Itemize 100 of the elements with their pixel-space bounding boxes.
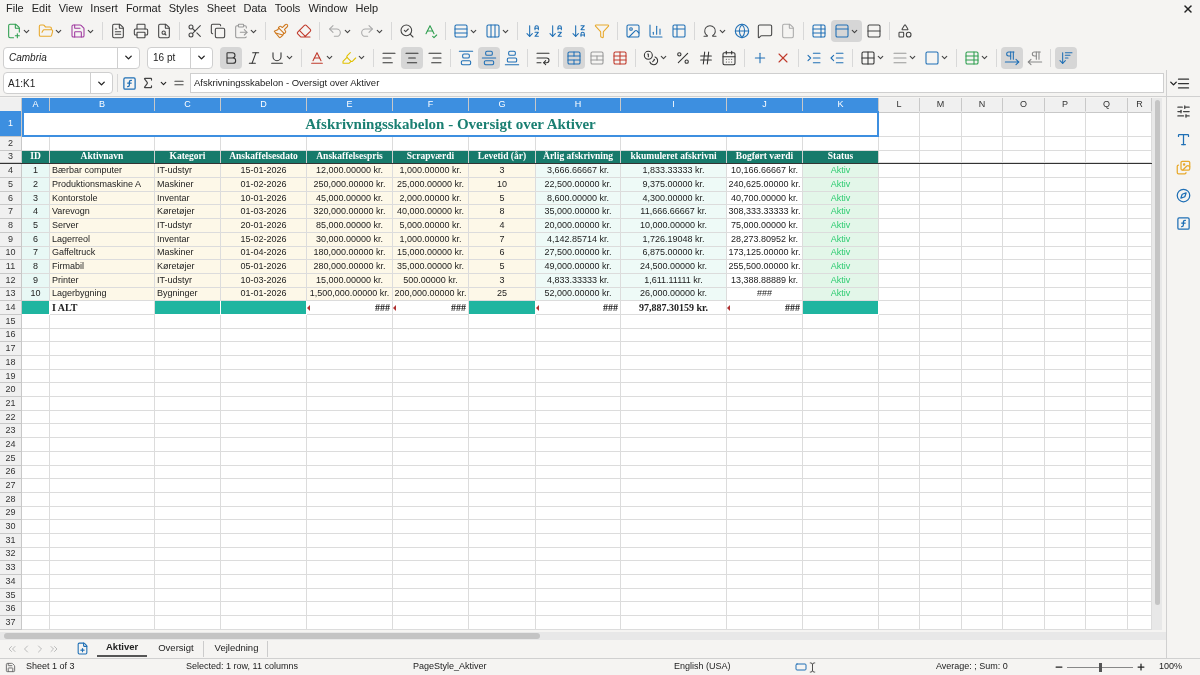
table-cell: 22,500.00000 kr. bbox=[536, 178, 621, 192]
table-cell: 10,166.66667 kr. bbox=[727, 164, 803, 179]
overflow-value: ### bbox=[375, 302, 390, 313]
column-header[interactable]: L bbox=[879, 98, 920, 113]
table-cell: 4 bbox=[22, 205, 50, 220]
table-cell: 5 bbox=[469, 260, 536, 274]
sheet-title: Afskrivningsskabelon - Oversigt over Aktiver bbox=[22, 111, 879, 137]
column-header[interactable]: Q bbox=[1086, 98, 1128, 113]
column-header[interactable]: P bbox=[1045, 98, 1086, 113]
row-header[interactable]: 23 bbox=[0, 424, 22, 439]
row-header[interactable]: 30 bbox=[0, 520, 22, 534]
table-cell: 8 bbox=[22, 260, 50, 274]
table-cell: 250,000.00000 kr. bbox=[307, 178, 393, 192]
menu-item[interactable]: Sheet bbox=[202, 0, 240, 17]
status-cell: Aktiv bbox=[803, 260, 879, 274]
sheet-tab[interactable]: Vejledning bbox=[205, 640, 269, 657]
table-cell: Køretøjer bbox=[155, 260, 221, 274]
zoom-level: 100% bbox=[1158, 660, 1183, 674]
table-cell: 308,333.33333 kr. bbox=[727, 205, 803, 220]
font-size-field[interactable]: 16 pt bbox=[147, 46, 213, 69]
table-cell: 1,833.33333 kr. bbox=[621, 164, 727, 179]
sheet-count: Sheet 1 of 3 bbox=[25, 660, 76, 674]
table-cell: Produktionsmaskine A bbox=[50, 178, 155, 192]
row-header[interactable]: 18 bbox=[0, 356, 22, 370]
menu-item[interactable]: Window bbox=[304, 0, 352, 17]
row-header[interactable]: 14 bbox=[0, 301, 22, 315]
overflow-value: ### bbox=[603, 302, 618, 313]
column-header[interactable]: N bbox=[962, 98, 1003, 113]
table-cell: Bærbar computer bbox=[50, 164, 155, 179]
table-cell: 3,666.66667 kr. bbox=[536, 164, 621, 179]
status-cell: Aktiv bbox=[803, 164, 879, 179]
row-header[interactable]: 8 bbox=[0, 219, 22, 233]
row-header[interactable]: 37 bbox=[0, 616, 22, 630]
overflow-value: ### bbox=[451, 302, 466, 313]
row-header[interactable]: 7 bbox=[0, 205, 22, 220]
menu-item[interactable]: File bbox=[2, 0, 28, 17]
row-header[interactable]: 21 bbox=[0, 397, 22, 411]
table-cell: 4 bbox=[469, 219, 536, 233]
table-cell: 1,000.00000 kr. bbox=[393, 164, 469, 179]
table-cell: 5 bbox=[22, 219, 50, 233]
table-cell: 10 bbox=[469, 178, 536, 192]
overflow-value: ### bbox=[785, 302, 800, 313]
summary: Average: ; Sum: 0 bbox=[935, 660, 1006, 674]
status-cell: Aktiv bbox=[803, 219, 879, 233]
name-box[interactable]: A1:K1 bbox=[3, 72, 113, 94]
row-header[interactable]: 5 bbox=[0, 178, 22, 192]
table-cell: 85,000.00000 kr. bbox=[307, 219, 393, 233]
row-header[interactable]: 20 bbox=[0, 383, 22, 398]
row-header[interactable]: 27 bbox=[0, 479, 22, 493]
table-cell: 3 bbox=[469, 164, 536, 179]
menu-item[interactable]: Help bbox=[351, 0, 383, 17]
table-cell: 1 bbox=[22, 164, 50, 179]
table-cell: 255,500.00000 kr. bbox=[727, 260, 803, 274]
table-cell: Maskiner bbox=[155, 178, 221, 192]
sheet-tab[interactable]: Aktiver bbox=[97, 640, 148, 657]
table-cell: Firmabil bbox=[50, 260, 155, 274]
row-header[interactable]: 34 bbox=[0, 575, 22, 589]
row-header[interactable]: 4 bbox=[0, 164, 22, 179]
column-header[interactable]: R bbox=[1128, 98, 1152, 113]
formula-input[interactable]: Afskrivningsskabelon - Oversigt over Aktiver bbox=[190, 73, 1164, 93]
table-cell: 10,000.00000 kr. bbox=[621, 219, 727, 233]
menu-item[interactable]: Tools bbox=[270, 0, 305, 17]
table-cell: Varevogn bbox=[50, 205, 155, 220]
table-cell: 35,000.00000 kr. bbox=[393, 260, 469, 274]
selection-info: Selected: 1 row, 11 columns bbox=[185, 660, 299, 674]
menu-item[interactable]: Format bbox=[121, 0, 165, 17]
menu-item[interactable]: Data bbox=[239, 0, 271, 17]
menu-item[interactable]: Edit bbox=[27, 0, 55, 17]
row-header[interactable]: 2 bbox=[0, 137, 22, 151]
table-cell: 280,000.00000 kr. bbox=[307, 260, 393, 274]
sheet-tab[interactable]: Oversigt bbox=[149, 640, 204, 657]
font-name-field[interactable]: Cambria bbox=[3, 46, 140, 69]
table-cell: 05-01-2026 bbox=[221, 260, 307, 274]
row-header[interactable]: 11 bbox=[0, 260, 22, 274]
table-cell: 20-01-2026 bbox=[221, 219, 307, 233]
table-cell: 8 bbox=[469, 205, 536, 220]
table-cell: 15-01-2026 bbox=[221, 164, 307, 179]
table-cell: 2 bbox=[22, 178, 50, 192]
table-cell: IT-udstyr bbox=[155, 164, 221, 179]
table-cell: Server bbox=[50, 219, 155, 233]
table-cell: 5,000.00000 kr. bbox=[393, 219, 469, 233]
row-header[interactable]: 17 bbox=[0, 342, 22, 356]
total-label: I ALT bbox=[50, 301, 155, 315]
row-header[interactable]: 36 bbox=[0, 602, 22, 617]
language: English (USA) bbox=[673, 660, 732, 674]
table-cell: 240,625.00000 kr. bbox=[727, 178, 803, 192]
menu-item[interactable]: Insert bbox=[86, 0, 122, 17]
column-header[interactable]: M bbox=[920, 98, 962, 113]
status-cell: Aktiv bbox=[803, 178, 879, 192]
table-cell: 40,000.00000 kr. bbox=[393, 205, 469, 220]
status-cell: Aktiv bbox=[803, 205, 879, 220]
menu-item[interactable]: Styles bbox=[164, 0, 203, 17]
column-header[interactable]: O bbox=[1003, 98, 1045, 113]
row-header[interactable]: 33 bbox=[0, 561, 22, 575]
table-cell: 320,000.00000 kr. bbox=[307, 205, 393, 220]
row-header[interactable]: 24 bbox=[0, 438, 22, 452]
table-cell: 25,000.00000 kr. bbox=[393, 178, 469, 192]
menu-item[interactable]: View bbox=[54, 0, 87, 17]
table-cell: 24,500.00000 kr. bbox=[621, 260, 727, 274]
page-style: PageStyle_Aktiver bbox=[412, 660, 488, 674]
